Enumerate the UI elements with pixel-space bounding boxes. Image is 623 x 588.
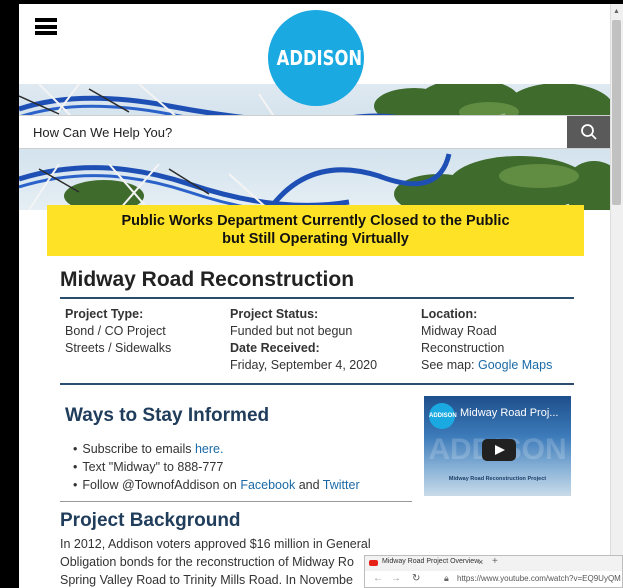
closure-alert-banner: Public Works Department Currently Closed… xyxy=(47,205,584,256)
project-status-value: Funded but not begun xyxy=(230,324,353,338)
video-thumbnail[interactable]: ADDISON ADDISON Midway Road Proj... Midw… xyxy=(424,396,571,496)
scrollbar-thumb[interactable] xyxy=(612,20,621,205)
play-icon[interactable] xyxy=(482,439,516,461)
title-divider xyxy=(60,297,574,299)
browser-nav-bar: ← → ↻ 🔒︎ https://www.youtube.com/watch?v… xyxy=(365,571,622,587)
addison-logo[interactable]: ADDISON xyxy=(268,10,364,106)
search-bar xyxy=(19,115,610,149)
section-divider xyxy=(60,501,412,502)
search-icon xyxy=(581,124,597,140)
follow-text: Follow @TownofAddison on xyxy=(82,478,241,492)
project-type-column: Project Type: Bond / CO Project Streets … xyxy=(65,306,225,357)
google-maps-link[interactable]: Google Maps xyxy=(478,358,552,372)
and-text: and xyxy=(295,478,323,492)
subscribe-text: Subscribe to emails xyxy=(82,442,195,456)
lock-icon: 🔒︎ xyxy=(444,573,449,583)
project-status-column: Project Status: Funded but not begun Dat… xyxy=(230,306,415,374)
date-received-value: Friday, September 4, 2020 xyxy=(230,358,378,372)
alert-line-1: Public Works Department Currently Closed… xyxy=(121,213,510,229)
youtube-browser-window[interactable]: Midway Road Project Overview × + ← → ↻ 🔒… xyxy=(364,555,623,588)
logo-text: ADDISON xyxy=(276,46,363,70)
location-value: Reconstruction xyxy=(421,341,505,355)
alert-line-2: but Still Operating Virtually xyxy=(222,231,409,247)
browser-tab-title[interactable]: Midway Road Project Overview xyxy=(382,558,479,565)
stay-informed-heading: Ways to Stay Informed xyxy=(65,405,270,426)
browser-tab-bar: Midway Road Project Overview × + xyxy=(365,556,622,571)
paragraph-line: Obligation bonds for the reconstruction … xyxy=(60,555,354,569)
page-title: Midway Road Reconstruction xyxy=(60,268,355,291)
project-type-value: Streets / Sidewalks xyxy=(65,341,172,355)
paragraph-line: In 2012, Addison voters approved $16 mil… xyxy=(60,537,371,551)
project-type-value: Bond / CO Project xyxy=(65,324,166,338)
scroll-up-icon[interactable]: ▲ xyxy=(612,8,621,15)
info-divider xyxy=(60,383,574,385)
project-type-label: Project Type: xyxy=(65,307,144,321)
video-channel-logo: ADDISON xyxy=(429,403,457,429)
see-map-label: See map: xyxy=(421,358,478,372)
subscribe-emails-link[interactable]: here. xyxy=(195,442,224,456)
twitter-link[interactable]: Twitter xyxy=(323,478,360,492)
new-tab-icon[interactable]: + xyxy=(492,556,498,567)
date-received-label: Date Received: xyxy=(230,341,320,355)
project-background-text: In 2012, Addison voters approved $16 mil… xyxy=(60,535,405,588)
menu-hamburger-icon[interactable] xyxy=(35,18,57,35)
list-item: Follow @TownofAddison on Facebook and Tw… xyxy=(82,476,360,494)
search-input[interactable] xyxy=(19,116,566,148)
reload-icon[interactable]: ↻ xyxy=(412,573,420,584)
video-caption: Midway Road Reconstruction Project xyxy=(448,476,547,482)
list-item: Subscribe to emails here. xyxy=(82,440,360,458)
paragraph-line: Spring Valley Road to Trinity Mills Road… xyxy=(60,573,353,587)
see-map-line: See map: Google Maps xyxy=(421,357,591,374)
close-tab-icon[interactable]: × xyxy=(478,557,483,567)
location-value: Midway Road xyxy=(421,324,497,338)
list-item: Text "Midway" to 888-777 xyxy=(82,458,360,476)
stay-informed-list: Subscribe to emails here. Text "Midway" … xyxy=(82,440,360,494)
youtube-icon xyxy=(369,560,378,566)
forward-arrow-icon[interactable]: → xyxy=(391,573,401,584)
back-arrow-icon[interactable]: ← xyxy=(373,573,383,584)
location-column: Location: Midway Road Reconstruction See… xyxy=(421,306,591,374)
project-status-label: Project Status: xyxy=(230,307,319,321)
video-title: Midway Road Proj... xyxy=(460,407,559,419)
search-button[interactable] xyxy=(567,116,610,148)
project-background-heading: Project Background xyxy=(60,510,241,531)
location-label: Location: xyxy=(421,307,478,321)
address-bar[interactable]: https://www.youtube.com/watch?v=EQ9UyQM xyxy=(457,574,621,583)
facebook-link[interactable]: Facebook xyxy=(240,478,295,492)
web-page: ADDISON Public Works Department Currentl… xyxy=(19,4,610,588)
